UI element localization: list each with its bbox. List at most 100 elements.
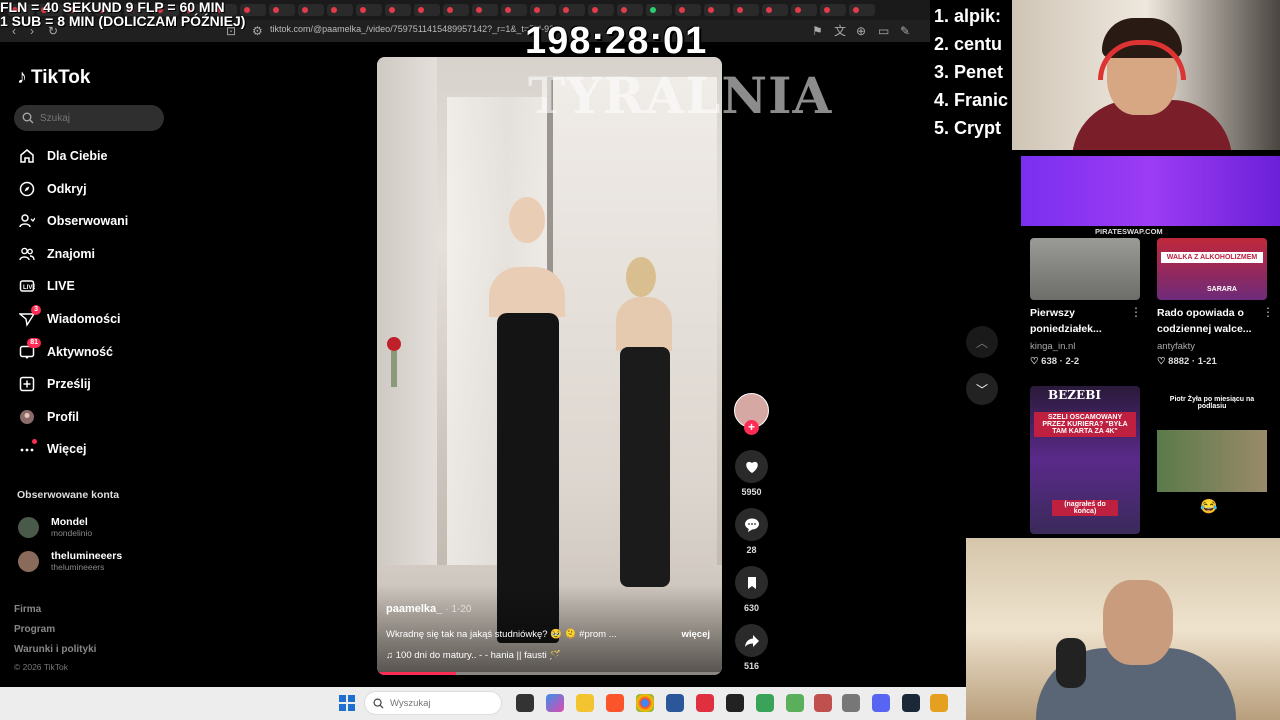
- browser-tab[interactable]: [530, 4, 556, 16]
- tiktok-logo[interactable]: ♪ TikTok: [17, 66, 90, 89]
- video-scene: [383, 337, 405, 387]
- footer-link-terms[interactable]: Warunki i polityki: [14, 644, 96, 655]
- windows-start-icon[interactable]: [339, 695, 355, 711]
- task-view-icon[interactable]: [516, 694, 534, 712]
- site-settings-icon[interactable]: ⚙: [252, 23, 263, 39]
- nav-item-wiecej[interactable]: Więcej: [18, 438, 87, 460]
- chrome-icon[interactable]: [636, 694, 654, 712]
- footer-link-program[interactable]: Program: [14, 624, 55, 635]
- extension-icon[interactable]: ⚑: [812, 23, 823, 39]
- app-icon[interactable]: [756, 694, 774, 712]
- nav-item-live[interactable]: LIVE LIVE: [18, 275, 75, 297]
- ranking-item: 5. Crypt: [934, 118, 1002, 138]
- app-icon[interactable]: [930, 694, 948, 712]
- browser-tab[interactable]: [733, 4, 759, 16]
- next-video-button[interactable]: ﹀: [966, 373, 998, 405]
- nav-item-dla-ciebie[interactable]: Dla Ciebie: [18, 145, 107, 167]
- browser-tab[interactable]: [559, 4, 585, 16]
- activity-icon: 81: [18, 337, 41, 361]
- edit-icon[interactable]: ✎: [900, 23, 910, 39]
- calculator-icon[interactable]: [842, 694, 860, 712]
- app-icon[interactable]: [696, 694, 714, 712]
- app-icon[interactable]: [786, 694, 804, 712]
- author-name[interactable]: paamelka_: [386, 603, 442, 615]
- browser-tab[interactable]: [617, 4, 643, 16]
- obs-icon[interactable]: [726, 694, 744, 712]
- file-explorer-icon[interactable]: [576, 694, 594, 712]
- browser-tab[interactable]: [646, 4, 672, 16]
- browser-tab[interactable]: [385, 4, 411, 16]
- video-progress-bar[interactable]: [377, 672, 722, 675]
- nav-label: Wiadomości: [47, 312, 121, 326]
- follow-button[interactable]: +: [744, 420, 759, 435]
- kebab-menu-icon[interactable]: ⋮: [1130, 305, 1142, 319]
- browser-tab[interactable]: [327, 4, 353, 16]
- app-icon[interactable]: [814, 694, 832, 712]
- browser-tab[interactable]: [588, 4, 614, 16]
- save-count: 630: [743, 603, 760, 613]
- browser-tab[interactable]: [820, 4, 846, 16]
- browser-tab[interactable]: [762, 4, 788, 16]
- followed-account[interactable]: Mondel mondelinio: [18, 516, 92, 538]
- browser-tab[interactable]: [472, 4, 498, 16]
- comment-action[interactable]: 28: [735, 508, 768, 555]
- previous-video-button[interactable]: ︿: [966, 326, 998, 358]
- rec-thumbnail[interactable]: WALKA Z ALKOHOLIZMEM SARARA: [1157, 238, 1267, 300]
- store-icon[interactable]: [666, 694, 684, 712]
- cast-icon[interactable]: ▭: [878, 23, 889, 39]
- zoom-icon[interactable]: ⊕: [856, 23, 866, 39]
- comment-icon[interactable]: [735, 508, 768, 541]
- ad-banner[interactable]: [1021, 156, 1280, 226]
- share-action[interactable]: 516: [735, 624, 768, 671]
- browser-tab[interactable]: [675, 4, 701, 16]
- brave-icon[interactable]: [606, 694, 624, 712]
- taskbar-search-input[interactable]: [390, 697, 490, 709]
- copilot-icon[interactable]: [546, 694, 564, 712]
- nav-item-znajomi[interactable]: Znajomi: [18, 243, 95, 265]
- messages-icon: 3: [18, 304, 41, 328]
- browser-tab[interactable]: [298, 4, 324, 16]
- browser-tab[interactable]: [356, 4, 382, 16]
- rec-thumbnail[interactable]: [1030, 238, 1140, 300]
- video-player[interactable]: paamelka_ · 1-20 Wkradnę się tak na jaką…: [377, 57, 722, 675]
- nav-label: Aktywność: [47, 345, 113, 359]
- rec-author[interactable]: antyfakty: [1157, 341, 1195, 352]
- like-action[interactable]: 5950: [735, 450, 768, 497]
- browser-tab[interactable]: [704, 4, 730, 16]
- save-action[interactable]: 630: [735, 566, 768, 613]
- followed-account[interactable]: thelumineeers thelumineeers: [18, 550, 122, 572]
- browser-tab[interactable]: [849, 4, 875, 16]
- rec-author[interactable]: kinga_in.nl: [1030, 341, 1075, 352]
- rec-thumbnail[interactable]: BEZEBI SZELI OSCAMOWANY PRZEZ KURIERA? "…: [1030, 386, 1140, 534]
- search-box[interactable]: [14, 105, 164, 131]
- browser-tab[interactable]: [269, 4, 295, 16]
- bookmark-icon[interactable]: [735, 566, 768, 599]
- url-field[interactable]: tiktok.com/@paamelka_/video/759751141548…: [270, 24, 562, 34]
- nav-item-aktywnosc[interactable]: 81 Aktywność: [18, 337, 113, 363]
- kebab-menu-icon[interactable]: ⋮: [1262, 305, 1274, 319]
- browser-tab[interactable]: [791, 4, 817, 16]
- caption-more-link[interactable]: więcej: [681, 629, 710, 640]
- nav-item-odkryj[interactable]: Odkryj: [18, 178, 87, 200]
- footer-link-firma[interactable]: Firma: [14, 604, 41, 615]
- rec-title[interactable]: Pierwszy poniedziałek...: [1030, 305, 1140, 337]
- nav-item-wiadomosci[interactable]: 3 Wiadomości: [18, 304, 121, 330]
- discord-icon[interactable]: [872, 694, 890, 712]
- nav-item-przeslij[interactable]: Prześlij: [18, 373, 91, 395]
- browser-tab[interactable]: [414, 4, 440, 16]
- browser-tab[interactable]: [501, 4, 527, 16]
- nav-item-profil[interactable]: Profil: [18, 406, 79, 428]
- profile-icon: [18, 409, 35, 426]
- nav-item-obserwowani[interactable]: Obserwowani: [18, 210, 128, 232]
- steam-icon[interactable]: [902, 694, 920, 712]
- rec-thumbnail[interactable]: Piotr Żyła po miesiącu na podlasiu: [1157, 386, 1267, 494]
- heart-icon[interactable]: [735, 450, 768, 483]
- browser-tab[interactable]: [443, 4, 469, 16]
- taskbar-search[interactable]: [364, 691, 502, 715]
- translate-icon[interactable]: 文: [834, 23, 846, 39]
- search-input[interactable]: [40, 112, 150, 124]
- share-icon[interactable]: [735, 624, 768, 657]
- rec-title[interactable]: Rado opowiada o codziennej walce...: [1157, 305, 1267, 337]
- video-music[interactable]: ♫ 100 dni do matury.. - - hania || faust…: [386, 650, 561, 661]
- video-author[interactable]: paamelka_ · 1-20: [386, 603, 471, 615]
